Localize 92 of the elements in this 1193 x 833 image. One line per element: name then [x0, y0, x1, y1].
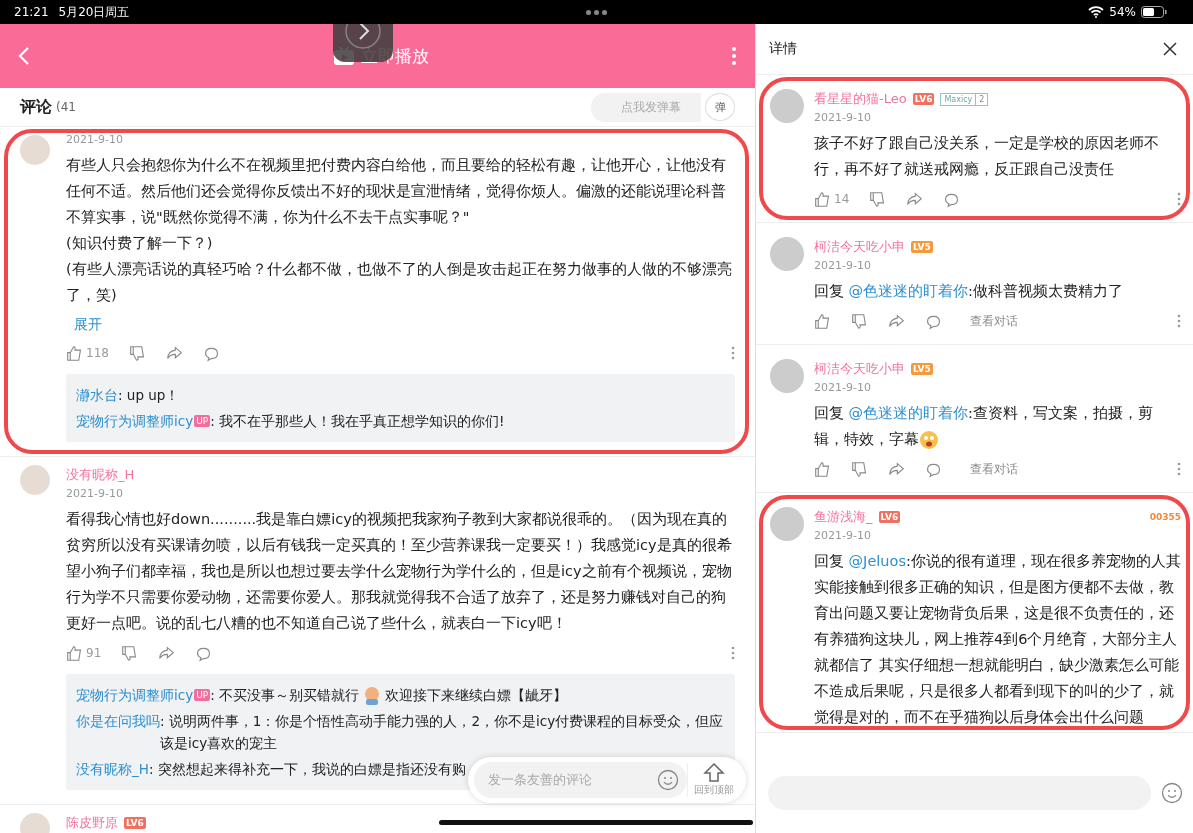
comment-text: (有些人漂亮话说的真轻巧哈？什么都不做，也做不了的人倒是攻击起正在努力做事的人做的不够漂亮了，笑)	[66, 260, 733, 305]
avatar[interactable]	[770, 89, 804, 123]
mention-link[interactable]: @Jeluos	[848, 553, 906, 569]
thumbs-up-icon[interactable]	[814, 460, 831, 478]
comment-date: 2021-9-10	[66, 487, 124, 500]
multitask-dots-icon[interactable]	[586, 10, 607, 15]
level-badge: LV5	[911, 363, 933, 375]
close-icon[interactable]	[1163, 42, 1177, 56]
danmaku-field[interactable]: 点我发弹幕	[591, 92, 701, 122]
battery-percent: 54%	[1109, 5, 1136, 19]
level-badge: LV5	[911, 241, 933, 253]
status-date: 5月20日周五	[58, 3, 130, 21]
battery-icon	[1141, 6, 1167, 18]
reply-text: : 说明两件事，1：你是个悟性高动手能力强的人，2，你不是icy付费课程的目标受众，但应该是icy喜欢的宠主	[160, 713, 724, 751]
view-conversation-link[interactable]: 查看对话	[970, 460, 1018, 478]
share-icon[interactable]	[158, 644, 176, 662]
comments-count: (41	[56, 100, 76, 114]
avatar[interactable]	[770, 507, 804, 541]
details-title: 详情	[769, 40, 797, 58]
like-count: 91	[86, 646, 102, 660]
smiley-icon[interactable]	[657, 769, 679, 791]
comment-text: (知识付费了解一下？)	[66, 234, 214, 253]
level-badge: LV6	[878, 511, 901, 523]
danmaku-toggle-button[interactable]: 弹	[705, 93, 735, 121]
decoration-number: 00355	[1149, 512, 1181, 522]
avatar[interactable]	[770, 359, 804, 393]
comments-title: 评论	[20, 96, 52, 118]
like-count: 118	[86, 346, 109, 360]
level-badge: LV6	[124, 817, 146, 829]
reply-username[interactable]: 宠物行为调整师icy	[76, 684, 194, 706]
thumbs-down-icon[interactable]	[851, 460, 868, 478]
comment-text: 看得我心情也好down..........我是靠白嫖icy的视频把我家狗子教到大家都说很乖的。（因为现在真的贫穷所以没有买课请勿喷，以后有钱我一定买真的！至少营养课我一定要买！）我感觉icy是真的很希望小狗子们都幸福，我也是所以也想过要去学什么宠物行为学什么的，但是icy之前有个视频说，宠物行为学不只需要你爱动物，还需要你爱人。那我就觉得我不合适了放弃了，还是努力赚钱对自己的狗更好一点吧。说的乱七八糟的也不知道自己说了些什么，就表白一下icy吧！	[66, 510, 733, 633]
comment-text: 回复 @色迷迷的盯着你:做科普视频太费精力了	[814, 282, 1124, 301]
status-time: 21:21	[14, 5, 49, 19]
smiley-icon[interactable]	[1161, 782, 1183, 804]
more-icon[interactable]	[731, 46, 737, 66]
username[interactable]: 没有昵称_H	[66, 466, 135, 484]
comment-date: 2021-9-10	[814, 259, 872, 272]
more-icon[interactable]	[731, 346, 735, 360]
like-count: 14	[834, 192, 850, 206]
more-icon[interactable]	[1177, 192, 1181, 206]
share-icon[interactable]	[888, 312, 905, 330]
reply-username[interactable]: 瀞水台	[76, 384, 118, 406]
reply-text: : 突然想起来得补充一下，我说的白嫖是指还没有购	[148, 761, 466, 777]
fan-medal: Maxicy 2	[940, 92, 989, 106]
back-to-top-button[interactable]: 回到顶部	[687, 763, 740, 797]
share-icon[interactable]	[165, 344, 183, 362]
thumbs-down-icon[interactable]	[869, 190, 887, 208]
expand-link[interactable]: 展开	[74, 316, 102, 334]
comment-date: 2021-9-10	[814, 111, 872, 124]
thumbs-up-icon[interactable]	[814, 312, 831, 330]
reply-text: : 我不在乎那些人！我在乎真正想学知识的你们!	[210, 413, 505, 429]
more-icon[interactable]	[731, 646, 735, 660]
reply-text: 欢迎接下来继续白嫖【龇牙】	[385, 687, 568, 703]
username[interactable]: 柯洁今天吃小申	[814, 360, 905, 378]
thumbs-down-icon[interactable]	[128, 344, 146, 362]
thumbs-up-icon[interactable]	[814, 190, 831, 208]
comment-text: 回复 @Jeluos:你说的很有道理，现在很多养宠物的人其实能接触到很多正确的知识，但是图方便都不去做，教育出问题又要让宠物背负后果，这是很不负责任的，还有养猫狗这块儿，网上推荐4到6个月绝育，大部分主人就都信了 其实仔细想一想就能明白，缺少激素怎么可能不造成后果呢，只是很多人都看到现下的叫的少了，就觉得是对的，而不在乎猫狗以后身体会出什么问题	[814, 552, 1181, 727]
username[interactable]: 鱼游浅海_	[814, 508, 873, 526]
comment-date: 2021-9-10	[814, 381, 872, 394]
thumbs-up-icon[interactable]	[66, 344, 83, 362]
reply-username[interactable]: 你是在问我吗	[76, 710, 160, 732]
comment-date: 2021-9-10	[814, 529, 872, 542]
username[interactable]: 柯洁今天吃小申	[814, 238, 905, 256]
up-badge: UP	[194, 415, 211, 427]
level-badge: LV6	[912, 93, 935, 105]
username[interactable]: 看星星的猫-Leo	[814, 90, 907, 108]
comment-text: 回复 @色迷迷的盯着你:查资料，写文案，拍摄，剪辑，特效，字幕	[814, 400, 1181, 452]
reply-username[interactable]: 宠物行为调整师icy	[76, 410, 194, 432]
back-icon[interactable]	[18, 46, 30, 66]
reply-text: : 不买没事～别买错就行	[210, 687, 360, 703]
reply-text: : up up！	[118, 387, 180, 403]
more-icon[interactable]	[1177, 314, 1181, 328]
up-arrow-icon	[703, 763, 725, 783]
wifi-icon	[1088, 6, 1105, 18]
avatar[interactable]	[770, 237, 804, 271]
thumbs-down-icon[interactable]	[121, 644, 139, 662]
comment-text: 孩子不好了跟自己没关系，一定是学校的原因老师不行，再不好了就送戒网瘾，反正跟自己没责任	[814, 134, 1160, 179]
share-icon[interactable]	[888, 460, 905, 478]
mention-link[interactable]: @色迷迷的盯着你	[848, 405, 969, 421]
more-icon[interactable]	[1177, 462, 1181, 476]
mention-link[interactable]: @色迷迷的盯着你	[848, 283, 969, 299]
thumbs-down-icon[interactable]	[851, 312, 868, 330]
share-icon[interactable]	[906, 190, 924, 208]
comment-date: 2021-9-10	[66, 133, 124, 146]
up-badge: UP	[194, 689, 211, 701]
reply-username[interactable]: 没有昵称_H	[76, 758, 149, 780]
comment-text: 有些人只会抱怨你为什么不在视频里把付费内容白给他，而且要给的轻松有趣，让他开心，让他没有任何不适。然后他们还会觉得你反馈出不好的现状是宣泄情绪，觉得你烦人。偏激的还能说理论科普不算实事，说"既然你觉得不满，你为什么不去干点实事呢？"	[66, 156, 727, 227]
username[interactable]: 陈皮野原	[66, 814, 118, 832]
thumbs-up-icon[interactable]	[66, 644, 83, 662]
view-conversation-link[interactable]: 查看对话	[970, 312, 1018, 330]
play-now-title[interactable]: 立即播放	[360, 44, 429, 68]
